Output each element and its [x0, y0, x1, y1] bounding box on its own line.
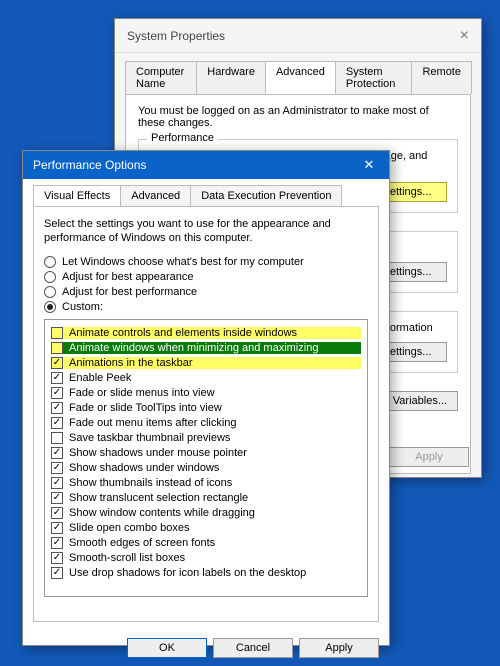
checkbox-label: Show window contents while dragging: [69, 507, 255, 519]
checkbox-label: Slide open combo boxes: [69, 522, 189, 534]
checkbox-icon[interactable]: [51, 567, 63, 579]
checkbox-icon[interactable]: [51, 342, 63, 354]
checkbox-label: Show shadows under mouse pointer: [69, 447, 247, 459]
checkbox-label: Animate windows when minimizing and maxi…: [69, 342, 318, 354]
visual-effects-pane: Select the settings you want to use for …: [33, 206, 379, 622]
visual-effect-option[interactable]: Smooth edges of screen fonts: [51, 537, 361, 549]
visual-effect-option[interactable]: Fade out menu items after clicking: [51, 417, 361, 429]
checkbox-label: Fade or slide menus into view: [69, 387, 215, 399]
close-icon[interactable]: ✕: [357, 155, 381, 175]
visual-effect-option[interactable]: Show window contents while dragging: [51, 507, 361, 519]
checkbox-icon[interactable]: [51, 552, 63, 564]
apply-button[interactable]: Apply: [389, 447, 469, 467]
radio-icon[interactable]: [44, 286, 56, 298]
system-properties-titlebar[interactable]: System Properties ×: [115, 19, 481, 53]
checkbox-icon[interactable]: [51, 357, 63, 369]
checkbox-icon[interactable]: [51, 537, 63, 549]
checkbox-label: Smooth-scroll list boxes: [69, 552, 185, 564]
radio-icon[interactable]: [44, 256, 56, 268]
radio-group: Let Windows choose what's best for my co…: [44, 256, 368, 313]
visual-effect-option[interactable]: Enable Peek: [51, 372, 361, 384]
visual-effect-option[interactable]: Show translucent selection rectangle: [51, 492, 361, 504]
group-title: Performance: [147, 132, 218, 144]
visual-effect-option[interactable]: Show thumbnails instead of icons: [51, 477, 361, 489]
visual-effect-option[interactable]: Animate windows when minimizing and maxi…: [51, 342, 361, 354]
admin-note: You must be logged on as an Administrato…: [138, 105, 458, 129]
checkbox-icon[interactable]: [51, 492, 63, 504]
checkbox-icon[interactable]: [51, 432, 63, 444]
checkbox-label: Save taskbar thumbnail previews: [69, 432, 230, 444]
visual-effect-option[interactable]: Save taskbar thumbnail previews: [51, 432, 361, 444]
performance-options-window: Performance Options ✕ Visual EffectsAdva…: [22, 150, 390, 646]
checkbox-icon[interactable]: [51, 387, 63, 399]
radio-option[interactable]: Let Windows choose what's best for my co…: [44, 256, 368, 268]
radio-option[interactable]: Adjust for best appearance: [44, 271, 368, 283]
checkbox-icon[interactable]: [51, 327, 63, 339]
tab-advanced[interactable]: Advanced: [265, 61, 336, 94]
tab-data-execution-prevention[interactable]: Data Execution Prevention: [190, 185, 342, 206]
radio-label: Custom:: [62, 301, 103, 313]
performance-options-titlebar[interactable]: Performance Options ✕: [23, 151, 389, 179]
close-icon[interactable]: ×: [460, 19, 469, 53]
checkbox-label: Animate controls and elements inside win…: [69, 327, 297, 339]
visual-effect-option[interactable]: Smooth-scroll list boxes: [51, 552, 361, 564]
checkbox-label: Show shadows under windows: [69, 462, 219, 474]
checkbox-icon[interactable]: [51, 402, 63, 414]
checkbox-label: Enable Peek: [69, 372, 131, 384]
checkbox-icon[interactable]: [51, 462, 63, 474]
tab-hardware[interactable]: Hardware: [196, 61, 266, 94]
visual-effect-option[interactable]: Animations in the taskbar: [51, 357, 361, 369]
intro-text: Select the settings you want to use for …: [44, 217, 368, 246]
tab-visual-effects[interactable]: Visual Effects: [33, 185, 121, 206]
visual-effect-option[interactable]: Slide open combo boxes: [51, 522, 361, 534]
visual-effect-option[interactable]: Show shadows under mouse pointer: [51, 447, 361, 459]
ok-button[interactable]: OK: [127, 638, 207, 658]
cancel-button[interactable]: Cancel: [213, 638, 293, 658]
checkbox-label: Show translucent selection rectangle: [69, 492, 248, 504]
checkbox-label: Fade or slide ToolTips into view: [69, 402, 222, 414]
radio-option[interactable]: Adjust for best performance: [44, 286, 368, 298]
checkbox-icon[interactable]: [51, 447, 63, 459]
checkbox-label: Smooth edges of screen fonts: [69, 537, 215, 549]
tab-remote[interactable]: Remote: [411, 61, 472, 94]
visual-effects-list[interactable]: Animate controls and elements inside win…: [44, 319, 368, 597]
window-title: System Properties: [127, 19, 225, 53]
radio-icon[interactable]: [44, 271, 56, 283]
system-properties-tabs: Computer NameHardwareAdvancedSystem Prot…: [125, 61, 471, 94]
radio-label: Let Windows choose what's best for my co…: [62, 256, 304, 268]
checkbox-icon[interactable]: [51, 522, 63, 534]
radio-icon[interactable]: [44, 301, 56, 313]
performance-options-body: Visual EffectsAdvancedData Execution Pre…: [23, 179, 389, 630]
radio-option[interactable]: Custom:: [44, 301, 368, 313]
tab-computer-name[interactable]: Computer Name: [125, 61, 197, 94]
visual-effect-option[interactable]: Show shadows under windows: [51, 462, 361, 474]
checkbox-icon[interactable]: [51, 372, 63, 384]
checkbox-label: Fade out menu items after clicking: [69, 417, 237, 429]
visual-effect-option[interactable]: Use drop shadows for icon labels on the …: [51, 567, 361, 579]
checkbox-label: Show thumbnails instead of icons: [69, 477, 232, 489]
checkbox-label: Use drop shadows for icon labels on the …: [69, 567, 306, 579]
visual-effect-option[interactable]: Animate controls and elements inside win…: [51, 327, 361, 339]
radio-label: Adjust for best appearance: [62, 271, 193, 283]
performance-options-footer: OK Cancel Apply: [23, 630, 389, 666]
radio-label: Adjust for best performance: [62, 286, 197, 298]
visual-effect-option[interactable]: Fade or slide ToolTips into view: [51, 402, 361, 414]
window-title: Performance Options: [33, 158, 146, 172]
performance-options-tabs: Visual EffectsAdvancedData Execution Pre…: [33, 185, 379, 206]
checkbox-icon[interactable]: [51, 477, 63, 489]
checkbox-icon[interactable]: [51, 507, 63, 519]
tab-advanced[interactable]: Advanced: [120, 185, 191, 206]
checkbox-icon[interactable]: [51, 417, 63, 429]
apply-button[interactable]: Apply: [299, 638, 379, 658]
tab-system-protection[interactable]: System Protection: [335, 61, 413, 94]
visual-effect-option[interactable]: Fade or slide menus into view: [51, 387, 361, 399]
checkbox-label: Animations in the taskbar: [69, 357, 193, 369]
